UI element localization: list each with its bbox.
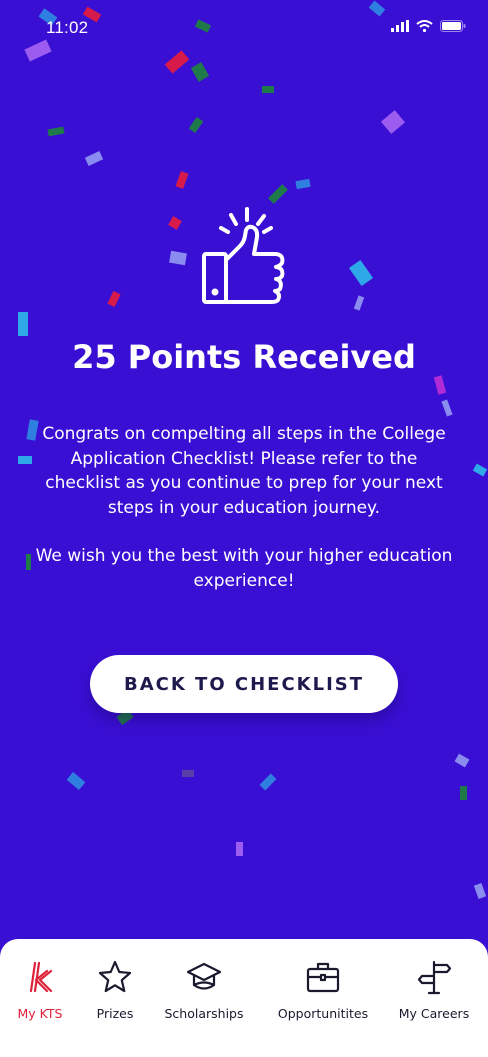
status-bar: 11:02 xyxy=(0,0,488,58)
best-wishes-message: We wish you the best with your higher ed… xyxy=(35,546,453,591)
bottom-tab-bar: My KTS Prizes Scholarships Opportunitite… xyxy=(0,939,488,1057)
wifi-icon xyxy=(416,20,433,32)
status-icons xyxy=(391,20,466,32)
tab-my-kts[interactable]: My KTS xyxy=(17,959,63,1021)
points-headline: 25 Points Received xyxy=(72,338,416,376)
tab-label: My KTS xyxy=(17,1006,63,1021)
tab-my-careers[interactable]: My Careers xyxy=(396,959,472,1021)
cellular-signal-icon xyxy=(391,20,409,32)
tab-scholarships[interactable]: Scholarships xyxy=(160,959,248,1021)
battery-icon xyxy=(440,20,466,32)
briefcase-icon xyxy=(306,962,340,993)
back-to-checklist-button[interactable]: BACK TO CHECKLIST xyxy=(90,655,398,713)
status-time: 11:02 xyxy=(46,18,89,37)
tab-label: Opportunitites xyxy=(277,1006,369,1021)
kts-logo-icon xyxy=(29,961,53,993)
tab-prizes[interactable]: Prizes xyxy=(89,959,141,1021)
tab-label: Prizes xyxy=(96,1006,134,1021)
tab-label: Scholarships xyxy=(164,1006,244,1021)
thumbs-up-icon xyxy=(202,207,285,304)
tab-opportunities[interactable]: Opportunitites xyxy=(274,959,372,1021)
graduation-cap-icon xyxy=(186,962,222,990)
congrats-message: Congrats on compelting all steps in the … xyxy=(42,424,446,518)
signpost-icon xyxy=(417,960,452,995)
tab-label: My Careers xyxy=(398,1006,470,1021)
star-icon xyxy=(98,960,132,993)
